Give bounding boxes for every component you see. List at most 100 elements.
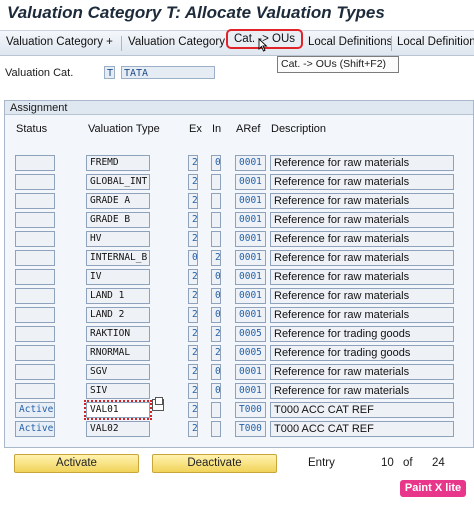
status-cell[interactable] (15, 307, 55, 323)
description-cell: Reference for raw materials (270, 231, 454, 247)
column-header-aref: ARef (236, 123, 261, 135)
valuation-type-cell[interactable]: GRADE A (86, 193, 150, 209)
valuation-cat-label: Valuation Cat. (5, 67, 74, 79)
valuation-type-cell[interactable]: SIV (86, 383, 150, 399)
description-cell: Reference for raw materials (270, 307, 454, 323)
description-cell: Reference for raw materials (270, 364, 454, 380)
mouse-pointer-icon (258, 38, 268, 52)
status-cell[interactable] (15, 250, 55, 266)
aref-cell: 0001 (235, 174, 266, 190)
valuation-type-cell[interactable]: VAL02 (86, 421, 150, 437)
status-cell[interactable] (15, 364, 55, 380)
ex-cell: 2 (188, 307, 198, 323)
in-cell: 0 (211, 383, 221, 399)
description-cell: Reference for raw materials (270, 383, 454, 399)
status-cell[interactable] (15, 326, 55, 342)
valuation-category-plus-button[interactable]: Valuation Category + (6, 36, 113, 48)
aref-cell: 0001 (235, 231, 266, 247)
valuation-type-cell[interactable]: LAND 2 (86, 307, 150, 323)
assignment-group-title: Assignment (5, 101, 473, 115)
local-definitions-button[interactable]: Local Definitions (308, 36, 392, 48)
valuation-type-cell[interactable]: GRADE B (86, 212, 150, 228)
toolbar-separator (391, 36, 392, 51)
aref-cell: 0001 (235, 288, 266, 304)
valuation-type-cell[interactable]: INTERNAL_B (86, 250, 150, 266)
status-cell[interactable] (15, 383, 55, 399)
valuation-type-cell[interactable]: SGV (86, 364, 150, 380)
valuation-type-cell[interactable]: RAKTION (86, 326, 150, 342)
description-cell: T000 ACC CAT REF (270, 421, 454, 437)
status-cell[interactable]: Active (15, 421, 55, 437)
valuation-type-cell[interactable]: RNORMAL (86, 345, 150, 361)
ex-cell: 2 (188, 326, 198, 342)
description-cell: Reference for raw materials (270, 250, 454, 266)
status-cell[interactable] (15, 212, 55, 228)
status-cell[interactable] (15, 288, 55, 304)
column-header-valuation-type: Valuation Type (88, 123, 160, 135)
aref-cell: 0001 (235, 269, 266, 285)
in-cell (211, 174, 221, 190)
ex-cell: 2 (188, 402, 198, 418)
toolbar-separator (121, 36, 122, 51)
valuation-type-cell[interactable]: HV (86, 231, 150, 247)
aref-cell: 0001 (235, 155, 266, 171)
aref-cell: 0001 (235, 307, 266, 323)
description-cell: T000 ACC CAT REF (270, 402, 454, 418)
status-cell[interactable]: Active (15, 402, 55, 418)
ex-cell: 2 (188, 288, 198, 304)
application-toolbar: Valuation Category + Valuation Category … (0, 29, 474, 56)
description-cell: Reference for raw materials (270, 288, 454, 304)
in-cell: 2 (211, 345, 221, 361)
aref-cell: 0001 (235, 250, 266, 266)
valuation-type-cell[interactable]: LAND 1 (86, 288, 150, 304)
valuation-category-minus-button[interactable]: Valuation Category - (128, 36, 232, 48)
description-cell: Reference for raw materials (270, 155, 454, 171)
aref-cell: 0005 (235, 326, 266, 342)
column-header-status: Status (16, 123, 48, 135)
in-cell: 2 (211, 326, 221, 342)
column-header-description: Description (271, 123, 327, 135)
ex-cell: 2 (188, 212, 198, 228)
entry-label: Entry (308, 457, 335, 469)
ex-cell: 2 (188, 345, 198, 361)
description-cell: Reference for raw materials (270, 212, 454, 228)
activate-button[interactable]: Activate (14, 454, 139, 473)
description-cell: Reference for trading goods (270, 345, 454, 361)
status-cell[interactable] (15, 231, 55, 247)
column-header-in: In (212, 123, 222, 135)
ex-cell: 2 (188, 421, 198, 437)
valuation-cat-description: TATA (121, 66, 215, 79)
ex-cell: 2 (188, 269, 198, 285)
ex-cell: 2 (188, 364, 198, 380)
status-cell[interactable] (15, 155, 55, 171)
value-help-icon[interactable] (152, 397, 164, 411)
aref-cell: T000 (235, 421, 266, 437)
in-cell: 2 (211, 250, 221, 266)
valuation-cat-field[interactable]: T (104, 66, 115, 79)
status-cell[interactable] (15, 269, 55, 285)
in-cell: 0 (211, 288, 221, 304)
entry-current: 10 (381, 457, 394, 469)
status-cell[interactable] (15, 193, 55, 209)
tooltip: Cat. -> OUs (Shift+F2) (277, 56, 399, 73)
valuation-type-cell[interactable]: IV (86, 269, 150, 285)
description-cell: Reference for trading goods (270, 326, 454, 342)
valuation-type-cell[interactable]: GLOBAL_INT (86, 174, 150, 190)
entry-of: of (403, 457, 413, 469)
local-definitions-button-2[interactable]: Local Definitions (397, 36, 474, 48)
aref-cell: 0001 (235, 364, 266, 380)
paint-x-lite-watermark: Paint X lite (400, 480, 466, 497)
description-cell: Reference for raw materials (270, 269, 454, 285)
page-title: Valuation Category T: Allocate Valuation… (7, 3, 385, 22)
status-cell[interactable] (15, 345, 55, 361)
ex-cell: 2 (188, 231, 198, 247)
column-header-ex: Ex (189, 123, 202, 135)
valuation-type-cell[interactable]: VAL01 (84, 400, 152, 420)
deactivate-button[interactable]: Deactivate (152, 454, 277, 473)
status-cell[interactable] (15, 174, 55, 190)
in-cell (211, 402, 221, 418)
aref-cell: 0001 (235, 383, 266, 399)
valuation-type-cell[interactable]: FREMD (86, 155, 150, 171)
entry-total: 24 (432, 457, 445, 469)
description-cell: Reference for raw materials (270, 193, 454, 209)
